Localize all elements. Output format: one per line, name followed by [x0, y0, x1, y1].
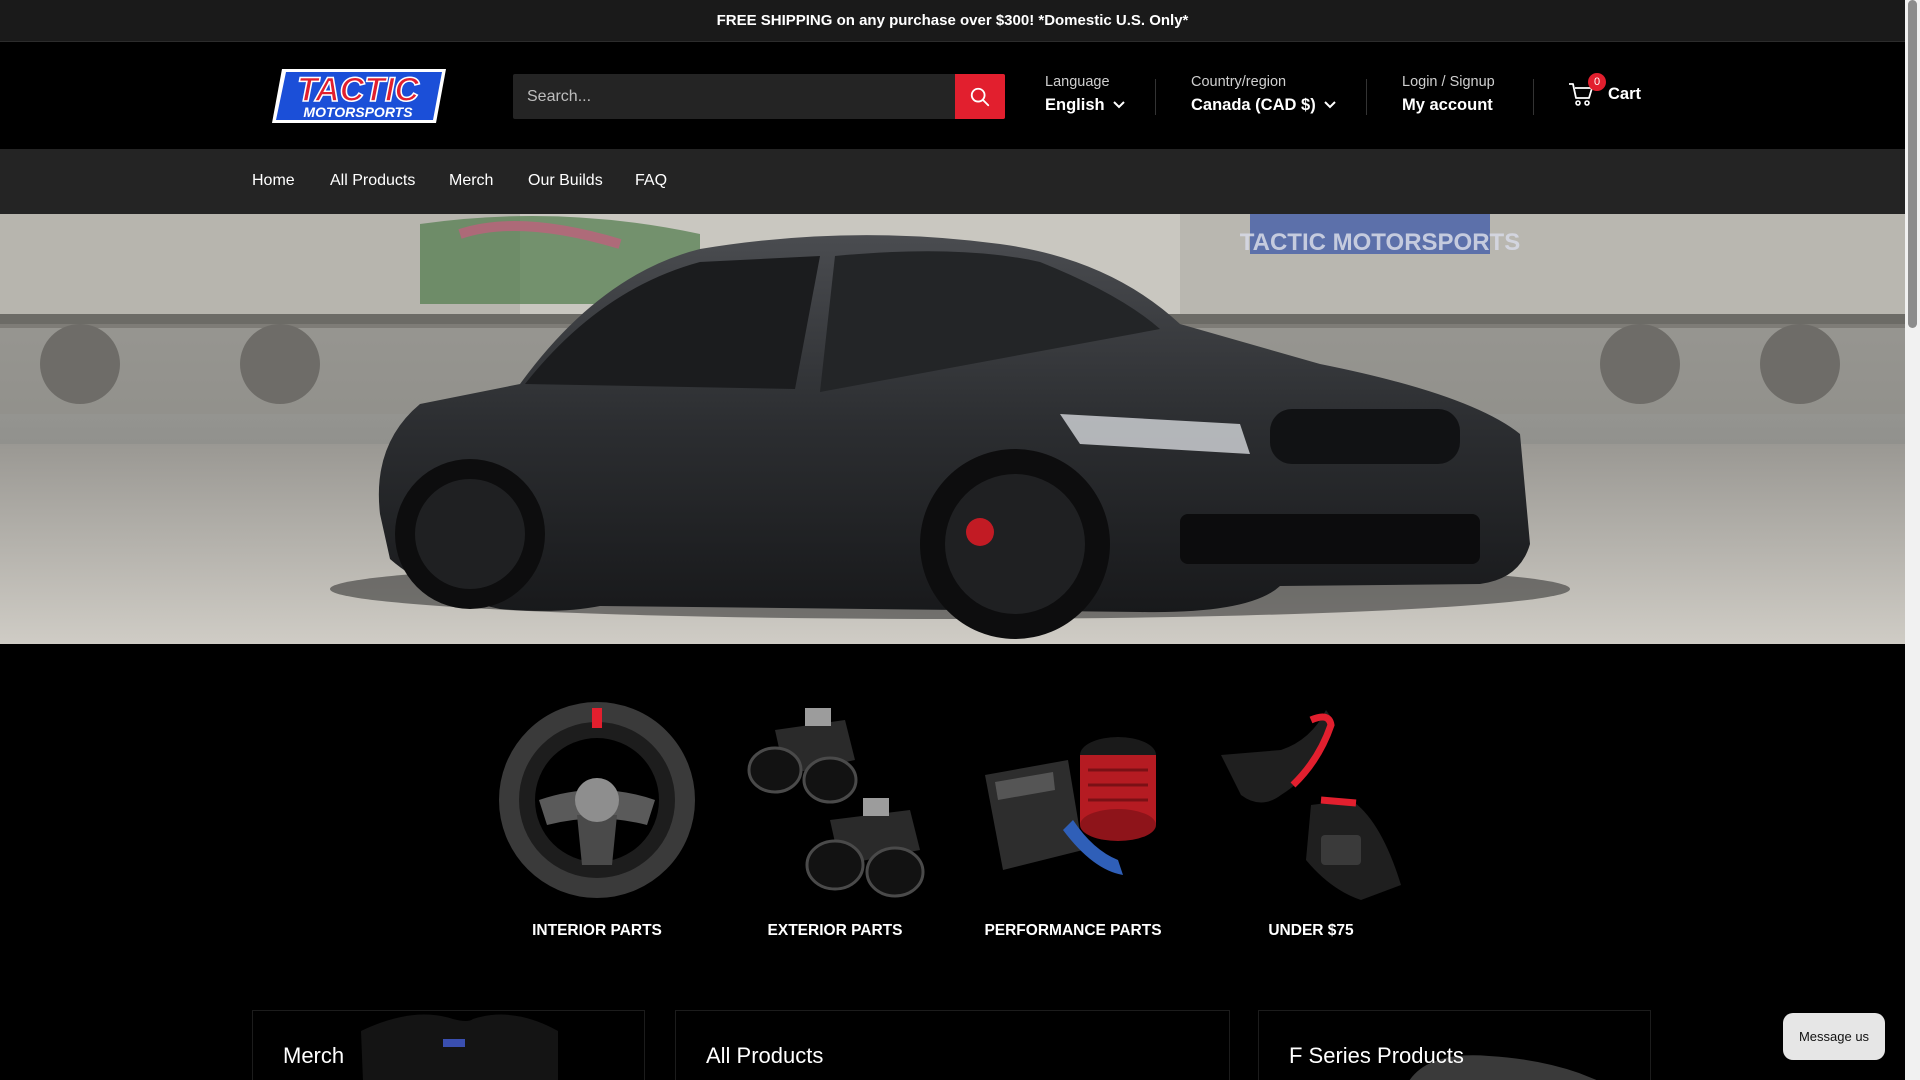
category-performance-parts[interactable]: PERFORMANCE PARTS [963, 700, 1183, 940]
category-label: EXTERIOR PARTS [767, 922, 903, 939]
page-scrollbar[interactable] [1905, 0, 1920, 1080]
account-link[interactable]: Login / Signup My account [1402, 73, 1495, 115]
promo-title: F Series Products [1289, 1043, 1464, 1068]
cart-count-badge: 0 [1588, 73, 1606, 91]
account-value: My account [1402, 96, 1493, 114]
tactic-logo[interactable]: TACTIC MOTORSPORTS [272, 67, 446, 125]
logo-bottom-text: MOTORSPORTS [303, 104, 413, 120]
language-selector[interactable]: Language English [1045, 73, 1125, 115]
promo-title: All Products [706, 1043, 824, 1068]
main-nav: Home All Products Merch Our Builds FAQ [0, 149, 1905, 214]
search-bar [513, 74, 1005, 119]
nav-faq[interactable]: FAQ [635, 172, 667, 190]
category-label: UNDER $75 [1268, 922, 1354, 939]
hero-banner[interactable]: TACTIC MOTORSPORTS [0, 214, 1905, 644]
site-header: TACTIC MOTORSPORTS Language English Coun… [0, 43, 1905, 149]
country-selector[interactable]: Country/region Canada (CAD $) [1191, 73, 1336, 115]
message-us-button[interactable]: Message us [1783, 1013, 1885, 1060]
language-value: English [1045, 96, 1105, 114]
scrollbar-thumb[interactable] [1908, 0, 1917, 328]
category-label: INTERIOR PARTS [532, 922, 662, 939]
search-button[interactable] [955, 74, 1005, 119]
category-interior-parts[interactable]: INTERIOR PARTS [487, 700, 707, 940]
country-value: Canada (CAD $) [1191, 96, 1316, 114]
header-divider [1533, 79, 1534, 115]
language-label: Language [1045, 74, 1110, 90]
category-under-75[interactable]: UNDER $75 [1201, 700, 1421, 940]
promo-all-products[interactable]: All Products [675, 1010, 1230, 1080]
account-label: Login / Signup [1402, 74, 1495, 90]
nav-merch[interactable]: Merch [449, 172, 493, 190]
nav-home[interactable]: Home [252, 172, 295, 190]
header-divider [1155, 79, 1156, 115]
chevron-down-icon [1112, 101, 1125, 109]
paddle-shifters-icon [1211, 700, 1411, 910]
air-intake-icon [973, 700, 1173, 910]
category-label: PERFORMANCE PARTS [984, 922, 1162, 939]
hero-car-image: TACTIC MOTORSPORTS [0, 214, 1905, 644]
country-label: Country/region [1191, 74, 1287, 90]
announcement-text: FREE SHIPPING on any purchase over $300!… [716, 12, 1189, 29]
promo-f-series[interactable]: F Series Products [1258, 1010, 1651, 1080]
promo-title: Merch [283, 1043, 345, 1068]
nav-our-builds[interactable]: Our Builds [528, 172, 603, 190]
search-input[interactable] [513, 74, 955, 119]
promo-merch[interactable]: Merch [252, 1010, 645, 1080]
chevron-down-icon [1323, 101, 1336, 109]
announcement-bar: FREE SHIPPING on any purchase over $300!… [0, 0, 1905, 42]
nav-all-products[interactable]: All Products [330, 172, 415, 190]
search-icon [970, 87, 990, 106]
hero-banner-text: TACTIC MOTORSPORTS [1240, 229, 1520, 256]
message-us-label: Message us [1798, 1029, 1870, 1044]
steering-wheel-icon [497, 700, 697, 910]
exhaust-tips-icon [735, 700, 935, 910]
cart-icon: 0 [1568, 73, 1606, 107]
cart-link[interactable]: 0 Cart [1568, 73, 1642, 107]
cart-label: Cart [1608, 84, 1642, 103]
category-exterior-parts[interactable]: EXTERIOR PARTS [725, 700, 945, 940]
header-divider [1366, 79, 1367, 115]
